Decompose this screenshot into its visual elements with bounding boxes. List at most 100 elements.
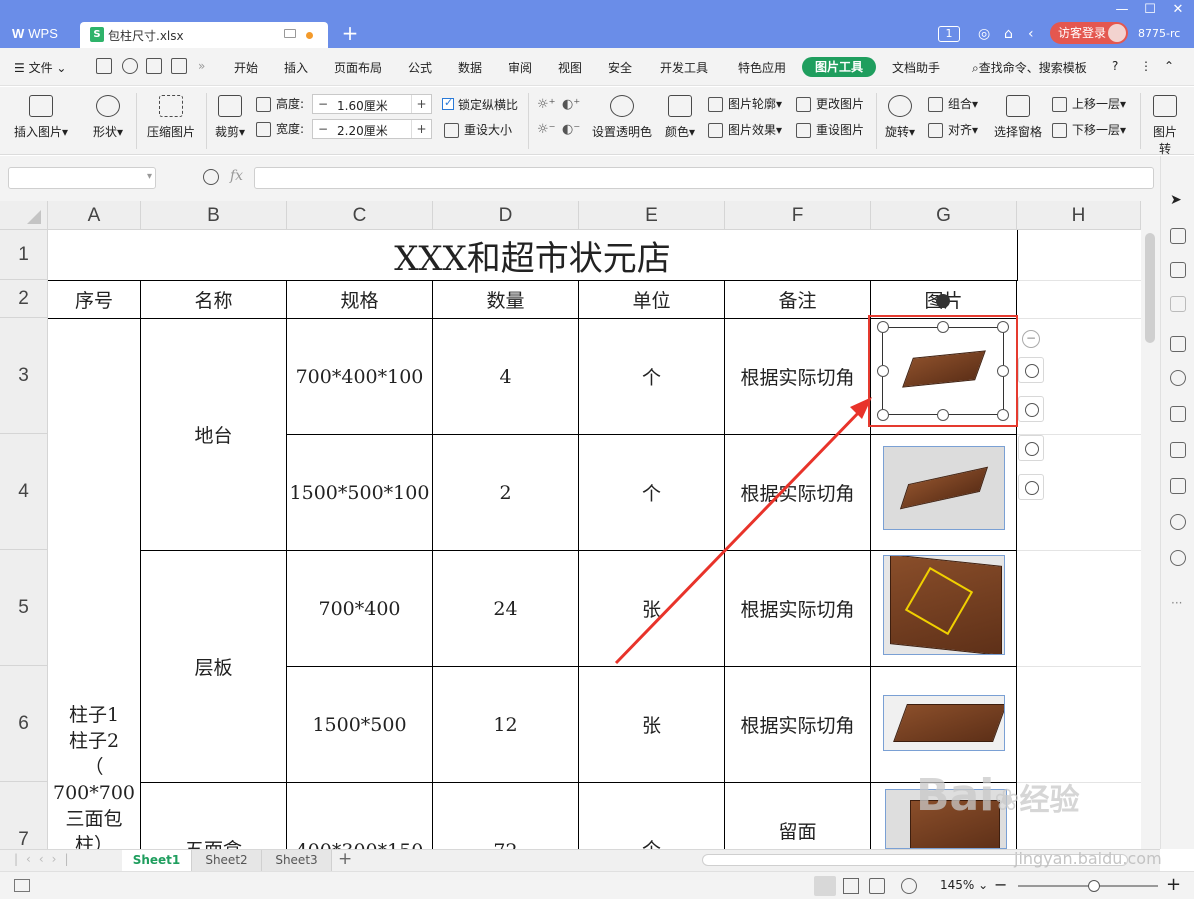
column-header-e[interactable]: E	[579, 201, 725, 230]
picture-convert-button[interactable]: 图片转	[1148, 95, 1182, 157]
picture-replace-icon[interactable]	[1018, 474, 1044, 500]
brightness-up-icon[interactable]: ☼⁺	[537, 97, 556, 112]
contrast-down-icon[interactable]: ◐⁻	[562, 122, 580, 137]
brightness-down-icon[interactable]: ☼⁻	[537, 122, 556, 137]
resize-handle-n[interactable]	[937, 321, 949, 333]
spec-cell[interactable]: 700*400	[287, 551, 433, 667]
set-transparent-button[interactable]: 设置透明色	[590, 95, 654, 140]
shirt-icon[interactable]: ⌂	[1004, 24, 1013, 44]
vertical-scroll-thumb[interactable]	[1145, 233, 1155, 343]
visitor-login-button[interactable]: 访客登录	[1050, 22, 1128, 44]
height-decrease-button[interactable]: −	[313, 95, 333, 113]
resize-handle-se[interactable]	[997, 409, 1009, 421]
vertical-scrollbar[interactable]	[1141, 201, 1160, 849]
contrast-up-icon[interactable]: ◐⁺	[562, 97, 580, 112]
command-search[interactable]: ⌕查找命令、搜索模板	[972, 59, 1087, 76]
menu-view[interactable]: 视图	[558, 59, 582, 76]
rotate-handle-icon[interactable]	[936, 294, 950, 308]
image-icon[interactable]	[1170, 478, 1186, 494]
picture-shelf-2[interactable]	[883, 695, 1005, 751]
resize-handle-sw[interactable]	[877, 409, 889, 421]
column-header-b[interactable]: B	[141, 201, 287, 230]
picture-shelf-1[interactable]	[883, 555, 1005, 655]
undo-icon[interactable]	[122, 58, 138, 74]
spreadsheet-grid[interactable]: A B C D E F G H 1 2 3 4 5 6 7 XXX和超市状元店 …	[0, 201, 1141, 849]
zoom-slider-knob[interactable]	[1088, 880, 1100, 892]
column-header-f[interactable]: F	[725, 201, 871, 230]
resize-handle-ne[interactable]	[997, 321, 1009, 333]
zoom-out-button[interactable]: −	[994, 875, 1007, 894]
picture-platform-2[interactable]	[883, 446, 1005, 530]
header-unit[interactable]: 单位	[579, 281, 725, 319]
note-cell[interactable]: 根据实际切角	[725, 667, 871, 783]
name-box[interactable]	[8, 167, 156, 189]
window-count-badge[interactable]: 1	[938, 26, 960, 42]
height-stepper[interactable]: − 1.60厘米 +	[312, 94, 432, 114]
height-increase-button[interactable]: +	[411, 95, 431, 113]
file-menu[interactable]: ☰ 文件 ⌄	[14, 59, 66, 76]
skin-icon[interactable]: ◎	[978, 24, 990, 44]
spec-cell[interactable]: 1500*500	[287, 667, 433, 783]
header-qty[interactable]: 数量	[433, 281, 579, 319]
group-button[interactable]: 组合▾	[928, 95, 978, 113]
crop-picture-icon[interactable]	[1018, 396, 1044, 422]
eye-protection-icon[interactable]	[901, 878, 917, 894]
select-all-button[interactable]	[0, 201, 48, 230]
send-backward-button[interactable]: 下移一层▾	[1052, 121, 1126, 139]
screen-icon[interactable]	[284, 29, 296, 38]
crop-button[interactable]: 裁剪▾	[214, 95, 246, 140]
more-tools-icon[interactable]: »	[198, 59, 205, 73]
align-button[interactable]: 对齐▾	[928, 121, 978, 139]
more-side-icon[interactable]: ···	[1171, 596, 1182, 610]
menu-special-apps[interactable]: 特色应用	[738, 59, 786, 76]
macro-icon[interactable]	[14, 879, 30, 892]
width-stepper[interactable]: − 2.20厘米 +	[312, 119, 432, 139]
name-cell-box[interactable]: 五面盒	[141, 783, 287, 849]
resize-handle-w[interactable]	[877, 365, 889, 377]
box-icon[interactable]	[1170, 406, 1186, 422]
print-icon[interactable]	[146, 58, 162, 74]
color-button[interactable]: 颜色▾	[662, 95, 698, 140]
help-side-icon[interactable]	[1170, 550, 1186, 566]
row-header-5[interactable]: 5	[0, 550, 48, 666]
minimize-icon[interactable]: —	[1112, 2, 1132, 18]
resize-handle-e[interactable]	[997, 365, 1009, 377]
unit-cell[interactable]: 个	[579, 783, 725, 849]
picture-effect-button[interactable]: 图片效果▾	[708, 121, 782, 139]
bring-forward-button[interactable]: 上移一层▾	[1052, 95, 1126, 113]
menu-formulas[interactable]: 公式	[408, 59, 432, 76]
menu-review[interactable]: 审阅	[508, 59, 532, 76]
function-icon[interactable]: fx	[230, 168, 243, 184]
collapse-ribbon-icon[interactable]: ⌃	[1164, 59, 1174, 73]
header-serial[interactable]: 序号	[48, 281, 141, 319]
note-cell[interactable]: 留面	[725, 783, 871, 849]
row-header-2[interactable]: 2	[0, 280, 48, 318]
print-preview-icon[interactable]	[171, 58, 187, 74]
header-name[interactable]: 名称	[141, 281, 287, 319]
width-decrease-button[interactable]: −	[313, 120, 333, 138]
menu-doc-helper[interactable]: 文档助手	[892, 59, 940, 76]
width-value[interactable]: 2.20厘米	[337, 122, 388, 139]
title-cell[interactable]: XXX和超市状元店	[48, 230, 1018, 281]
column-header-d[interactable]: D	[433, 201, 579, 230]
picture-selection-frame[interactable]	[882, 327, 1004, 415]
row-header-3[interactable]: 3	[0, 318, 48, 434]
sheet-tab-1[interactable]: Sheet1	[122, 850, 192, 871]
qty-cell[interactable]: 24	[433, 551, 579, 667]
sheet-tab-3[interactable]: Sheet3	[262, 850, 332, 871]
zoom-picture-icon[interactable]	[1018, 357, 1044, 383]
zoom-level[interactable]: 145% ⌄	[940, 878, 988, 892]
formula-input[interactable]	[254, 167, 1154, 189]
zoom-formula-icon[interactable]	[203, 169, 219, 185]
menu-insert[interactable]: 插入	[284, 59, 308, 76]
settings-icon[interactable]	[1170, 262, 1186, 278]
resize-handle-nw[interactable]	[877, 321, 889, 333]
name-cell-shelf[interactable]: 层板	[141, 551, 287, 783]
zoom-in-button[interactable]: +	[1166, 874, 1181, 895]
height-value[interactable]: 1.60厘米	[337, 97, 388, 114]
menu-picture-tools[interactable]: 图片工具	[802, 57, 876, 77]
row-header-7[interactable]: 7	[0, 782, 48, 849]
collapse-float-icon[interactable]: −	[1022, 330, 1040, 348]
history-icon[interactable]	[1170, 514, 1186, 530]
sheet-nav-arrows[interactable]: |‹‹›|	[14, 852, 76, 866]
